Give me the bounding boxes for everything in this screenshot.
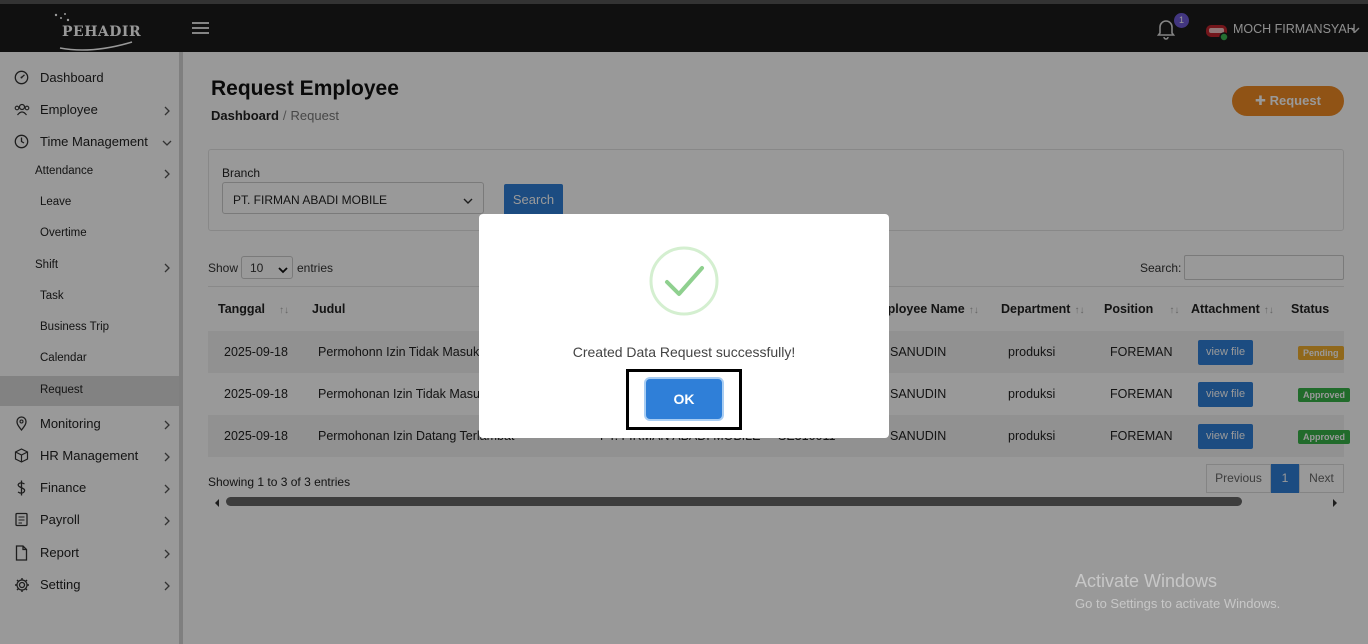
windows-watermark-title: Activate Windows xyxy=(1075,571,1218,591)
success-check-icon xyxy=(649,246,719,316)
ok-button[interactable]: OK xyxy=(646,379,722,419)
windows-watermark-subtitle: Go to Settings to activate Windows. xyxy=(1075,596,1281,611)
dialog-message: Created Data Request successfully! xyxy=(572,344,796,360)
success-dialog: Created Data Request successfully! OK xyxy=(479,214,889,438)
